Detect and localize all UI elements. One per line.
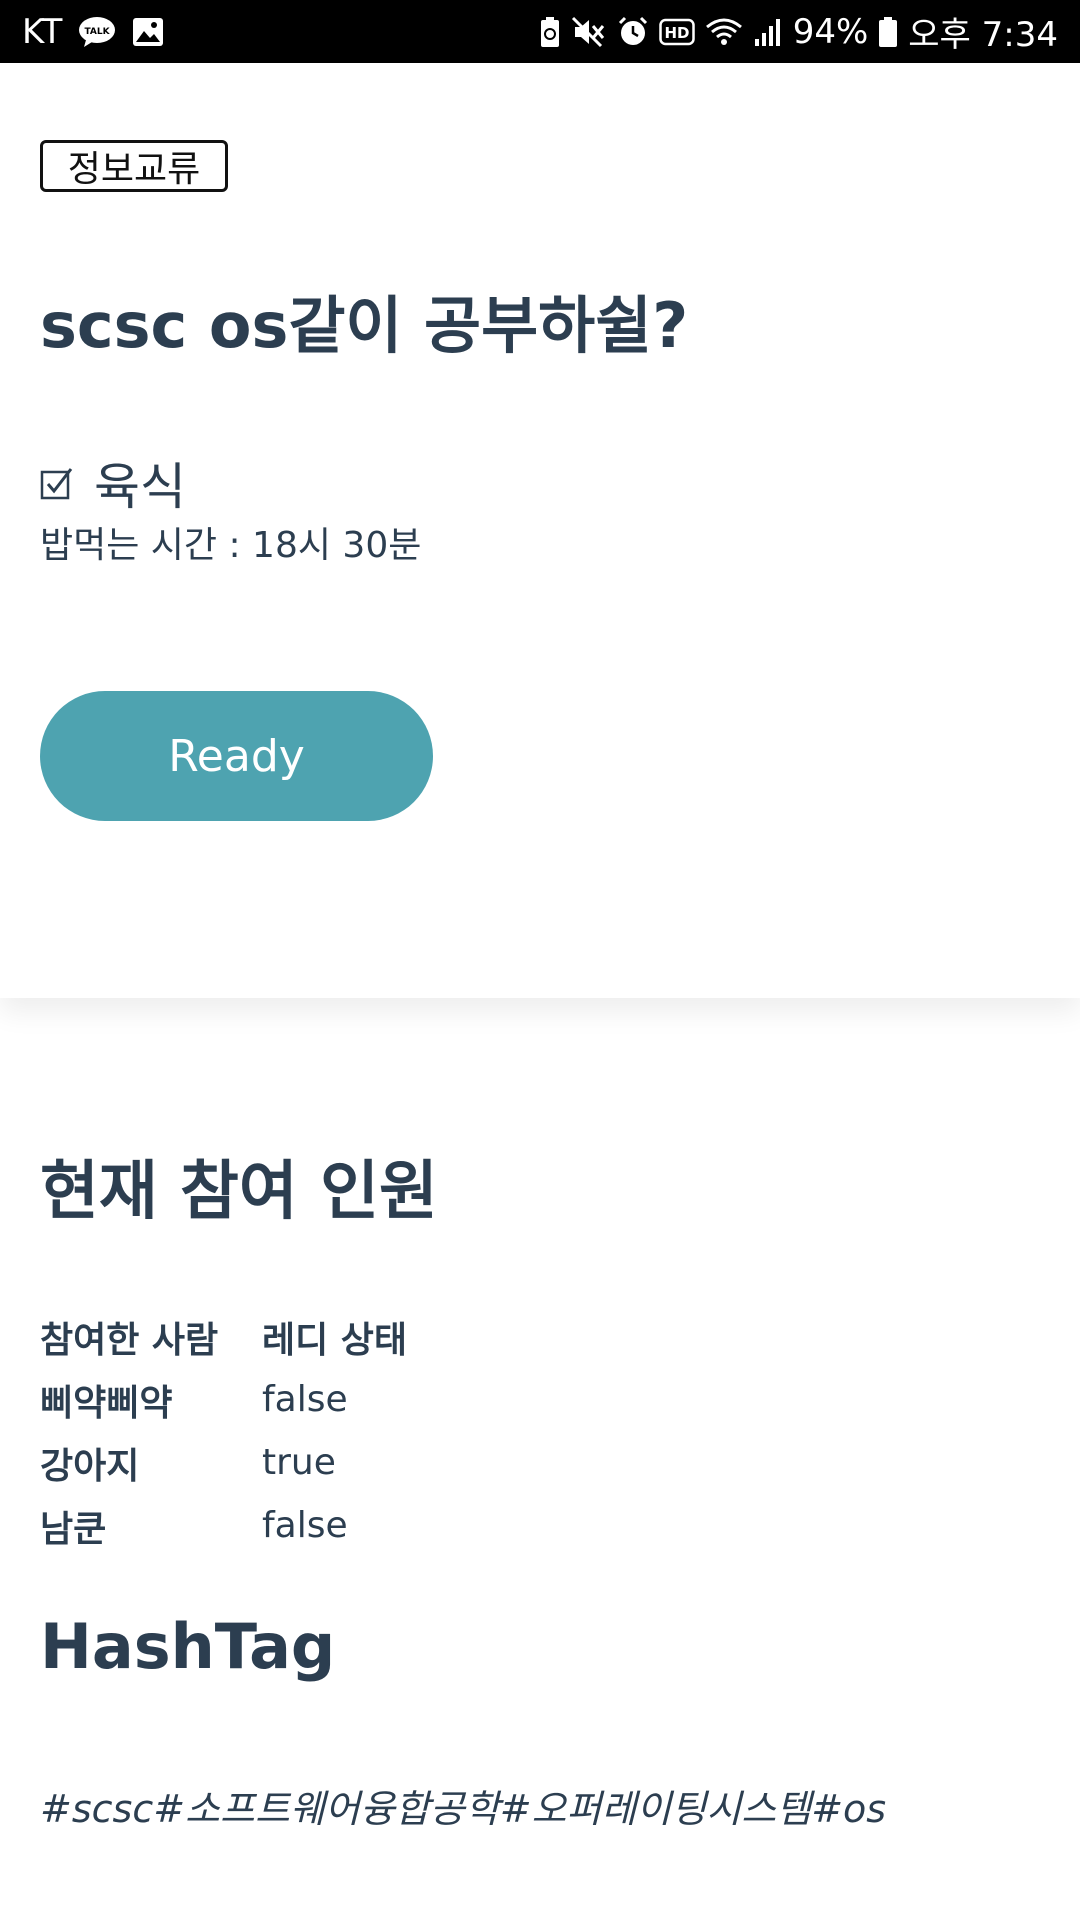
hashtag-title: HashTag [40,1610,336,1683]
carrier-label: KT [22,11,63,52]
svg-text:HD: HD [664,24,689,42]
hd-icon: HD [658,17,695,47]
column-header-participant: 참여한 사람 [40,1319,219,1361]
table-row: 삐약삐약 false [40,1368,407,1431]
ready-button[interactable]: Ready [40,691,433,821]
participant-name: 남쿤 [40,1508,107,1550]
participant-name: 삐약삐약 [40,1382,173,1424]
table-row: 강아지 true [40,1431,407,1494]
signal-icon [753,17,783,47]
meal-type-row: 육식 [40,447,186,519]
participant-ready: false [262,1379,348,1420]
battery-saver-icon [539,16,561,48]
clock: 오후 7:34 [908,15,1058,55]
meal-time: 밥먹는 시간 : 18시 30분 [40,525,422,566]
alarm-icon [617,16,649,48]
participant-ready: true [262,1442,336,1483]
checkbox-checked-icon [40,466,74,500]
svg-text:TALK: TALK [85,27,111,37]
status-bar: KT TALK HD 94% 오후 7:34 [0,0,1080,63]
battery-percent: 94% [792,11,869,52]
wifi-icon [705,16,743,48]
post-card: 정보교류 scsc os같이 공부하쉴? 육식 밥먹는 시간 : 18시 30분… [0,63,1080,998]
category-badge: 정보교류 [40,140,228,192]
participants-title: 현재 참여 인원 [40,1155,438,1229]
table-row: 남쿤 false [40,1494,407,1557]
table-header-row: 참여한 사람 레디 상태 [40,1305,407,1368]
meal-type: 육식 [94,458,186,516]
post-title: scsc os같이 공부하쉴? [40,289,689,362]
hashtag-list: #scsc#소프트웨어융합공학#오퍼레이팅시스템#os [40,1787,887,1831]
column-header-ready-status: 레디 상태 [262,1319,408,1361]
mute-icon [571,16,607,48]
kakaotalk-icon: TALK [78,16,116,48]
participant-name: 강아지 [40,1445,140,1487]
participants-table: 참여한 사람 레디 상태 삐약삐약 false 강아지 true 남쿤 fals… [40,1305,407,1557]
participant-ready: false [262,1505,348,1546]
battery-icon [878,16,898,48]
gallery-icon [132,17,164,47]
